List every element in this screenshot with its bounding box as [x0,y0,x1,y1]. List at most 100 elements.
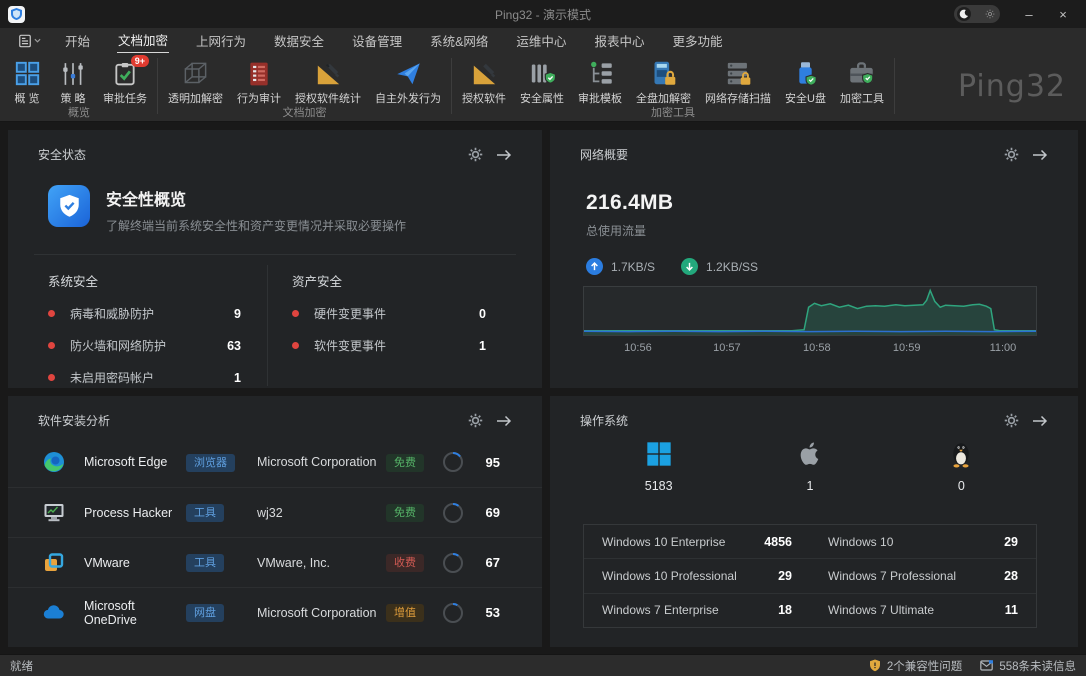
tab-system-network[interactable]: 系统&网络 [416,28,502,53]
tab-data-security[interactable]: 数据安全 [260,28,338,53]
compat-issues[interactable]: 2个兼容性问题 [869,658,962,674]
tab-document-encryption[interactable]: 文档加密 [104,28,182,53]
ribbon-group-label: 概览 [4,106,154,121]
table-row[interactable]: Windows 7 Professional28 [810,559,1036,593]
panel-title: 网络概要 [580,146,628,163]
dashboard: 安全状态 安全性概览 了解终端当前系统安全性和资产变更情况并采取必要操作 系统安… [0,122,1086,655]
approval-tasks-icon: 9+ [112,58,138,87]
os-windows-summary: 5183 [583,440,734,493]
score-ring [442,602,464,624]
tab-more-features[interactable]: 更多功能 [658,28,736,53]
ribbon-behavior-audit-button[interactable]: 行为审计 [230,58,288,106]
network-traffic-chart[interactable] [583,286,1037,336]
ribbon-authorized-software-stats-button[interactable]: 授权软件统计 [288,58,368,106]
system-security-heading: 系统安全 [48,271,241,290]
gear-icon[interactable] [468,413,483,428]
tab-ops-center[interactable]: 运维中心 [502,28,580,53]
arrow-right-icon[interactable] [1032,414,1048,428]
ribbon-security-attributes-button[interactable]: 安全属性 [513,58,571,106]
authorized-software-stats-icon [315,58,342,87]
tab-device-management[interactable]: 设备管理 [338,28,416,53]
fulldisk-encrypt-icon [650,58,677,87]
list-item[interactable]: 未启用密码帐户1 [48,369,241,386]
score: 69 [464,505,500,520]
ribbon-network-storage-scan-button[interactable]: 网络存储扫描 [698,58,778,106]
ribbon-secure-usb-button[interactable]: 安全U盘 [778,58,833,106]
ribbon-approval-tasks-button[interactable]: 9+ 审批任务 [96,58,154,106]
arrow-right-icon[interactable] [1032,148,1048,162]
ribbon-authorized-software-button[interactable]: 授权软件 [455,58,513,106]
edge-app-icon [42,450,66,474]
ribbon-encrypt-tools-button[interactable]: 加密工具 [833,58,891,106]
windows-count: 5183 [645,479,673,493]
ribbon-fulldisk-encrypt-button[interactable]: 全盘加解密 [629,58,698,106]
app-logo-icon [8,6,25,23]
tab-internet-behavior[interactable]: 上网行为 [182,28,260,53]
theme-toggle[interactable] [954,5,1000,23]
list-item[interactable]: 软件变更事件1 [292,337,486,354]
network-storage-scan-icon [725,58,752,87]
security-attributes-icon [529,58,556,87]
tab-home[interactable]: 开始 [51,28,104,53]
ribbon-separator [157,58,158,114]
unread-messages[interactable]: 558条未读信息 [980,658,1076,674]
software-row-vmware[interactable]: VMware 工具 VMware, Inc. 收费 67 [8,537,542,587]
table-row[interactable]: Windows 10 Professional29 [584,559,810,593]
ribbon-outgoing-behavior-button[interactable]: 自主外发行为 [368,58,448,106]
panel-title: 操作系统 [580,412,628,429]
outgoing-behavior-icon [395,58,422,87]
vendor: Microsoft Corporation [257,606,386,620]
close-button[interactable]: × [1048,2,1078,26]
tab-report-center[interactable]: 报表中心 [580,28,658,53]
warning-shield-icon [869,659,881,672]
menu-tab-bar: 开始 文档加密 上网行为 数据安全 设备管理 系统&网络 运维中心 报表中心 更… [0,28,1086,53]
total-traffic-label: 总使用流量 [586,222,1078,239]
asset-security-heading: 资产安全 [292,271,486,290]
gear-icon[interactable] [1004,413,1019,428]
alert-dot-icon [292,310,299,317]
ribbon-group-label: 加密工具 [455,106,891,121]
file-menu-button[interactable] [8,28,51,53]
status-ready: 就绪 [10,658,33,674]
table-row[interactable]: Windows 7 Enterprise18 [584,594,810,627]
arrow-right-icon[interactable] [496,414,512,428]
table-row[interactable]: Windows 7 Ultimate11 [810,594,1036,627]
ribbon-overview-button[interactable]: 概 览 [4,58,50,106]
ribbon-approval-template-button[interactable]: 审批模板 [571,58,629,106]
list-item[interactable]: 硬件变更事件0 [292,305,486,322]
os-linux-summary: 0 [886,440,1037,493]
os-version-table: Windows 10 Enterprise4856 Windows 1029 W… [583,524,1037,628]
table-row[interactable]: Windows 1029 [810,525,1036,559]
category-badge: 浏览器 [186,454,235,472]
software-row-edge[interactable]: Microsoft Edge 浏览器 Microsoft Corporation… [8,437,542,487]
ribbon-transparent-encrypt-button[interactable]: 透明加解密 [161,58,230,106]
dark-mode-moon-icon[interactable] [957,7,971,21]
chart-tick: 10:59 [893,342,921,354]
category-badge: 工具 [186,554,224,572]
upload-arrow-icon [586,258,603,275]
linux-tux-icon [948,440,974,468]
software-row-onedrive[interactable]: Microsoft OneDrive 网盘 Microsoft Corporat… [8,587,542,637]
gear-icon[interactable] [468,147,483,162]
software-row-processhacker[interactable]: Process Hacker 工具 wj32 免费 69 [8,487,542,537]
arrow-right-icon[interactable] [496,148,512,162]
transparent-encrypt-icon [182,58,209,87]
list-item[interactable]: 病毒和威胁防护9 [48,305,241,322]
chart-tick: 11:00 [990,342,1017,354]
approval-tasks-badge: 9+ [131,55,149,67]
download-rate: 1.2KB/SS [681,258,758,275]
apple-logo-icon [797,440,823,468]
panel-title: 软件安装分析 [38,412,110,429]
gear-icon[interactable] [1004,147,1019,162]
ribbon-policy-button[interactable]: 策 略 [50,58,96,106]
light-mode-sun-icon[interactable] [983,7,997,21]
list-item[interactable]: 防火墙和网络防护63 [48,337,241,354]
ribbon-group-overview: 概 览 策 略 9+ 审批任务 概览 [4,53,154,121]
authorized-software-icon [471,58,498,87]
minimize-button[interactable]: – [1014,2,1044,26]
chart-tick: 10:56 [624,342,652,354]
security-overview-title: 安全性概览 [106,186,406,210]
operating-system-panel: 操作系统 5183 1 0 Windows 10 Enterprise4856 … [550,396,1078,647]
table-row[interactable]: Windows 10 Enterprise4856 [584,525,810,559]
alert-dot-icon [48,310,55,317]
